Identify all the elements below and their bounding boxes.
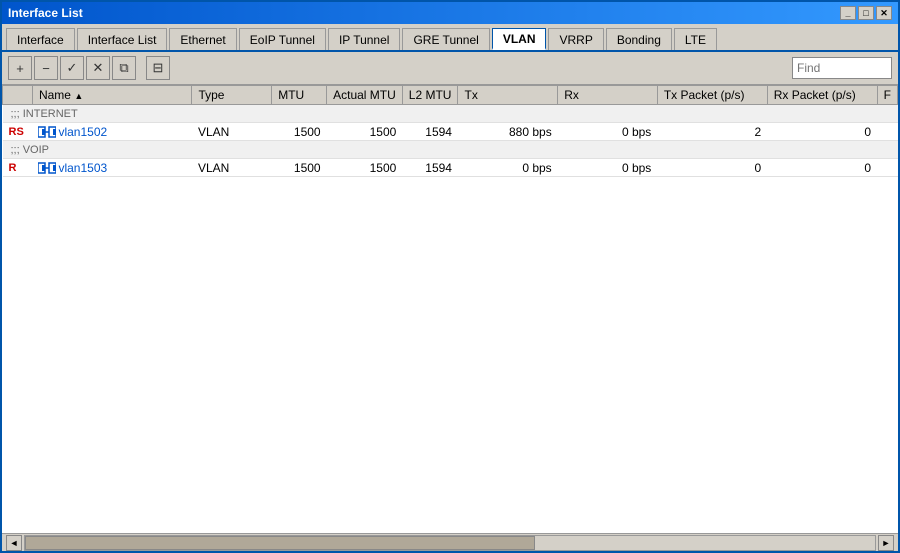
tab-ip-tunnel[interactable]: IP Tunnel	[328, 28, 400, 50]
disable-button[interactable]: ✕	[86, 56, 110, 80]
col-name[interactable]: Name ▲	[32, 86, 191, 105]
find-input[interactable]	[792, 57, 892, 79]
col-type[interactable]: Type	[192, 86, 272, 105]
col-rx[interactable]: Rx	[558, 86, 658, 105]
col-rx-packet[interactable]: Rx Packet (p/s)	[767, 86, 877, 105]
table-container: Name ▲ Type MTU Actual MTU L2 MTU Tx Rx …	[2, 85, 898, 533]
interface-icon	[38, 125, 58, 139]
filter-button[interactable]: ⊟	[146, 56, 170, 80]
cell-mtu: 1500	[272, 159, 327, 177]
tab-ethernet[interactable]: Ethernet	[169, 28, 236, 50]
cell-tx-packet: 2	[657, 123, 767, 141]
col-f[interactable]: F	[877, 86, 897, 105]
tab-eoip-tunnel[interactable]: EoIP Tunnel	[239, 28, 326, 50]
enable-button[interactable]: ✓	[60, 56, 84, 80]
tab-bonding[interactable]: Bonding	[606, 28, 672, 50]
col-tx[interactable]: Tx	[458, 86, 558, 105]
cell-actual-mtu: 1500	[327, 123, 403, 141]
col-l2-mtu[interactable]: L2 MTU	[402, 86, 458, 105]
group-row: ;;; VOIP	[3, 141, 898, 159]
cell-name[interactable]: vlan1503	[32, 159, 191, 177]
status-bar: ◄ ►	[2, 533, 898, 551]
cell-tx: 0 bps	[458, 159, 558, 177]
cell-flags: RS	[3, 123, 33, 141]
cell-tx: 880 bps	[458, 123, 558, 141]
cell-type: VLAN	[192, 123, 272, 141]
copy-button[interactable]: ⧉	[112, 56, 136, 80]
col-tx-packet[interactable]: Tx Packet (p/s)	[657, 86, 767, 105]
group-row: ;;; INTERNET	[3, 105, 898, 123]
table-header-row: Name ▲ Type MTU Actual MTU L2 MTU Tx Rx …	[3, 86, 898, 105]
col-mtu[interactable]: MTU	[272, 86, 327, 105]
tab-vlan[interactable]: VLAN	[492, 28, 547, 50]
tab-lte[interactable]: LTE	[674, 28, 717, 50]
tabs-row: Interface Interface List Ethernet EoIP T…	[2, 24, 898, 52]
close-button[interactable]: ✕	[876, 6, 892, 20]
add-button[interactable]: +	[8, 56, 32, 80]
scroll-left-button[interactable]: ◄	[6, 535, 22, 551]
cell-type: VLAN	[192, 159, 272, 177]
maximize-button[interactable]: □	[858, 6, 874, 20]
main-window: Interface List _ □ ✕ Interface Interface…	[0, 0, 900, 553]
tab-gre-tunnel[interactable]: GRE Tunnel	[402, 28, 489, 50]
interface-table: Name ▲ Type MTU Actual MTU L2 MTU Tx Rx …	[2, 85, 898, 177]
group-label: ;;; INTERNET	[3, 105, 898, 123]
remove-button[interactable]: −	[34, 56, 58, 80]
cell-actual-mtu: 1500	[327, 159, 403, 177]
tab-vrrp[interactable]: VRRP	[548, 28, 603, 50]
interface-name-link[interactable]: vlan1502	[58, 125, 107, 139]
cell-rx-packet: 0	[767, 123, 877, 141]
tab-interface-list[interactable]: Interface List	[77, 28, 168, 50]
interface-icon	[38, 161, 58, 175]
cell-rx: 0 bps	[558, 123, 658, 141]
minimize-button[interactable]: _	[840, 6, 856, 20]
table-row[interactable]: R vlan1503VLAN1500150015940 bps0 bps00	[3, 159, 898, 177]
col-actual-mtu[interactable]: Actual MTU	[327, 86, 403, 105]
toolbar: + − ✓ ✕ ⧉ ⊟	[2, 52, 898, 85]
find-box	[792, 57, 892, 79]
table-row[interactable]: RS vlan1502VLAN150015001594880 bps0 bps2…	[3, 123, 898, 141]
title-bar: Interface List _ □ ✕	[2, 2, 898, 24]
title-bar-buttons: _ □ ✕	[840, 6, 892, 20]
cell-flags: R	[3, 159, 33, 177]
cell-f	[877, 159, 897, 177]
cell-l2-mtu: 1594	[402, 159, 458, 177]
cell-rx: 0 bps	[558, 159, 658, 177]
col-flags[interactable]	[3, 86, 33, 105]
horizontal-scrollbar[interactable]	[24, 535, 876, 551]
cell-name[interactable]: vlan1502	[32, 123, 191, 141]
group-label: ;;; VOIP	[3, 141, 898, 159]
tab-interface[interactable]: Interface	[6, 28, 75, 50]
window-title: Interface List	[8, 6, 83, 20]
cell-f	[877, 123, 897, 141]
table-body: ;;; INTERNETRS vlan1502VLAN1500150015948…	[3, 105, 898, 177]
cell-mtu: 1500	[272, 123, 327, 141]
scrollbar-thumb	[25, 536, 535, 550]
cell-rx-packet: 0	[767, 159, 877, 177]
scroll-right-button[interactable]: ►	[878, 535, 894, 551]
interface-name-link[interactable]: vlan1503	[58, 161, 107, 175]
cell-l2-mtu: 1594	[402, 123, 458, 141]
cell-tx-packet: 0	[657, 159, 767, 177]
